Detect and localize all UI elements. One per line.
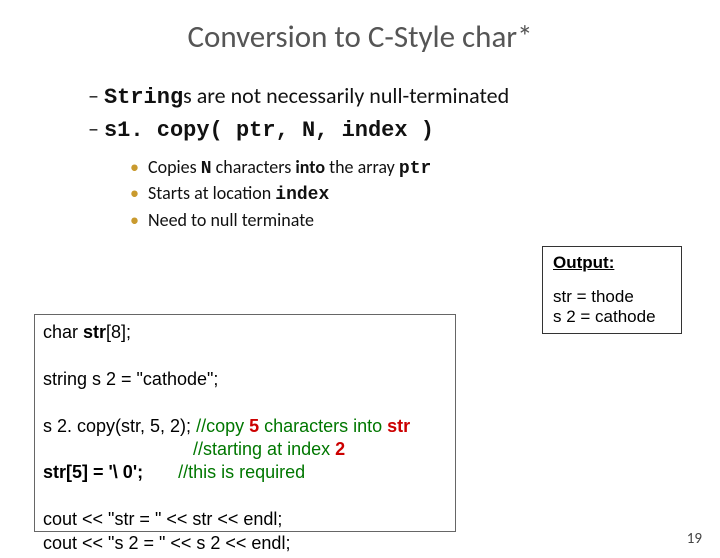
code-blank-1: [43, 344, 447, 367]
code-blank-3: [43, 485, 447, 508]
bullet-1: Copies N characters into the array ptr: [130, 155, 480, 181]
bullet-2: Starts at location index: [130, 181, 480, 207]
c5a: str[5] = '\ 0';: [43, 462, 178, 482]
dash-list: Strings are not necessarily null-termina…: [88, 82, 680, 145]
code-line-2: string s 2 = "cathode";: [43, 368, 447, 391]
c1a: char: [43, 322, 83, 342]
code-blank-2: [43, 391, 447, 414]
b3-text: Need to null terminate: [148, 209, 314, 231]
page-number: 19: [687, 530, 702, 548]
code-box: char str[8]; string s 2 = "cathode"; s 2…: [34, 314, 456, 532]
b1-mid2: the array: [325, 156, 399, 178]
c3cmta: //copy: [196, 416, 249, 436]
c1c: [8];: [106, 322, 131, 342]
code-line-5: str[5] = '\ 0'; //this is required: [43, 461, 447, 484]
dash-item-1-text: s are not necessarily null-terminated: [183, 82, 509, 109]
c4pad: [43, 439, 193, 459]
code-line-7: cout << "s 2 = " << s 2 << endl;: [43, 532, 447, 555]
bullet-list: Copies N characters into the array ptr S…: [130, 155, 480, 232]
b2-index: index: [275, 185, 329, 205]
output-box: Output: str = thode s 2 = cathode: [542, 246, 682, 334]
output-line-2: s 2 = cathode: [553, 307, 671, 327]
output-header: Output:: [553, 253, 671, 273]
code-line-3: s 2. copy(str, 5, 2); //copy 5 character…: [43, 415, 447, 438]
c3str: str: [387, 416, 410, 436]
c3five: 5: [249, 416, 259, 436]
c5cmt: //this is required: [178, 462, 305, 482]
b1-n: N: [201, 159, 212, 179]
dash-item-1: Strings are not necessarily null-termina…: [88, 82, 680, 113]
code-line-4: //starting at index 2: [43, 438, 447, 461]
bullet-3: Need to null terminate: [130, 208, 480, 232]
code-line-1: char str[8];: [43, 321, 447, 344]
strings-code: String: [104, 85, 183, 110]
c4cmt: //starting at index: [193, 439, 335, 459]
c3a: s 2. copy(str, 5, 2);: [43, 416, 196, 436]
b1-ptr: ptr: [399, 159, 431, 179]
c4two: 2: [335, 439, 345, 459]
b2-pre: Starts at location: [148, 182, 275, 204]
dash-item-2: s1. copy( ptr, N, index ): [88, 115, 680, 146]
c1b: str: [83, 322, 106, 342]
b1-mid: characters: [212, 156, 296, 178]
code-line-6: cout << "str = " << str << endl;: [43, 508, 447, 531]
c3cmtb: characters into: [259, 416, 387, 436]
output-line-1: str = thode: [553, 287, 671, 307]
b1-pre: Copies: [148, 156, 201, 178]
slide-title: Conversion to C-Style char*: [0, 18, 720, 56]
b1-into: into: [295, 156, 325, 178]
copy-call: s1. copy( ptr, N, index ): [104, 118, 434, 143]
